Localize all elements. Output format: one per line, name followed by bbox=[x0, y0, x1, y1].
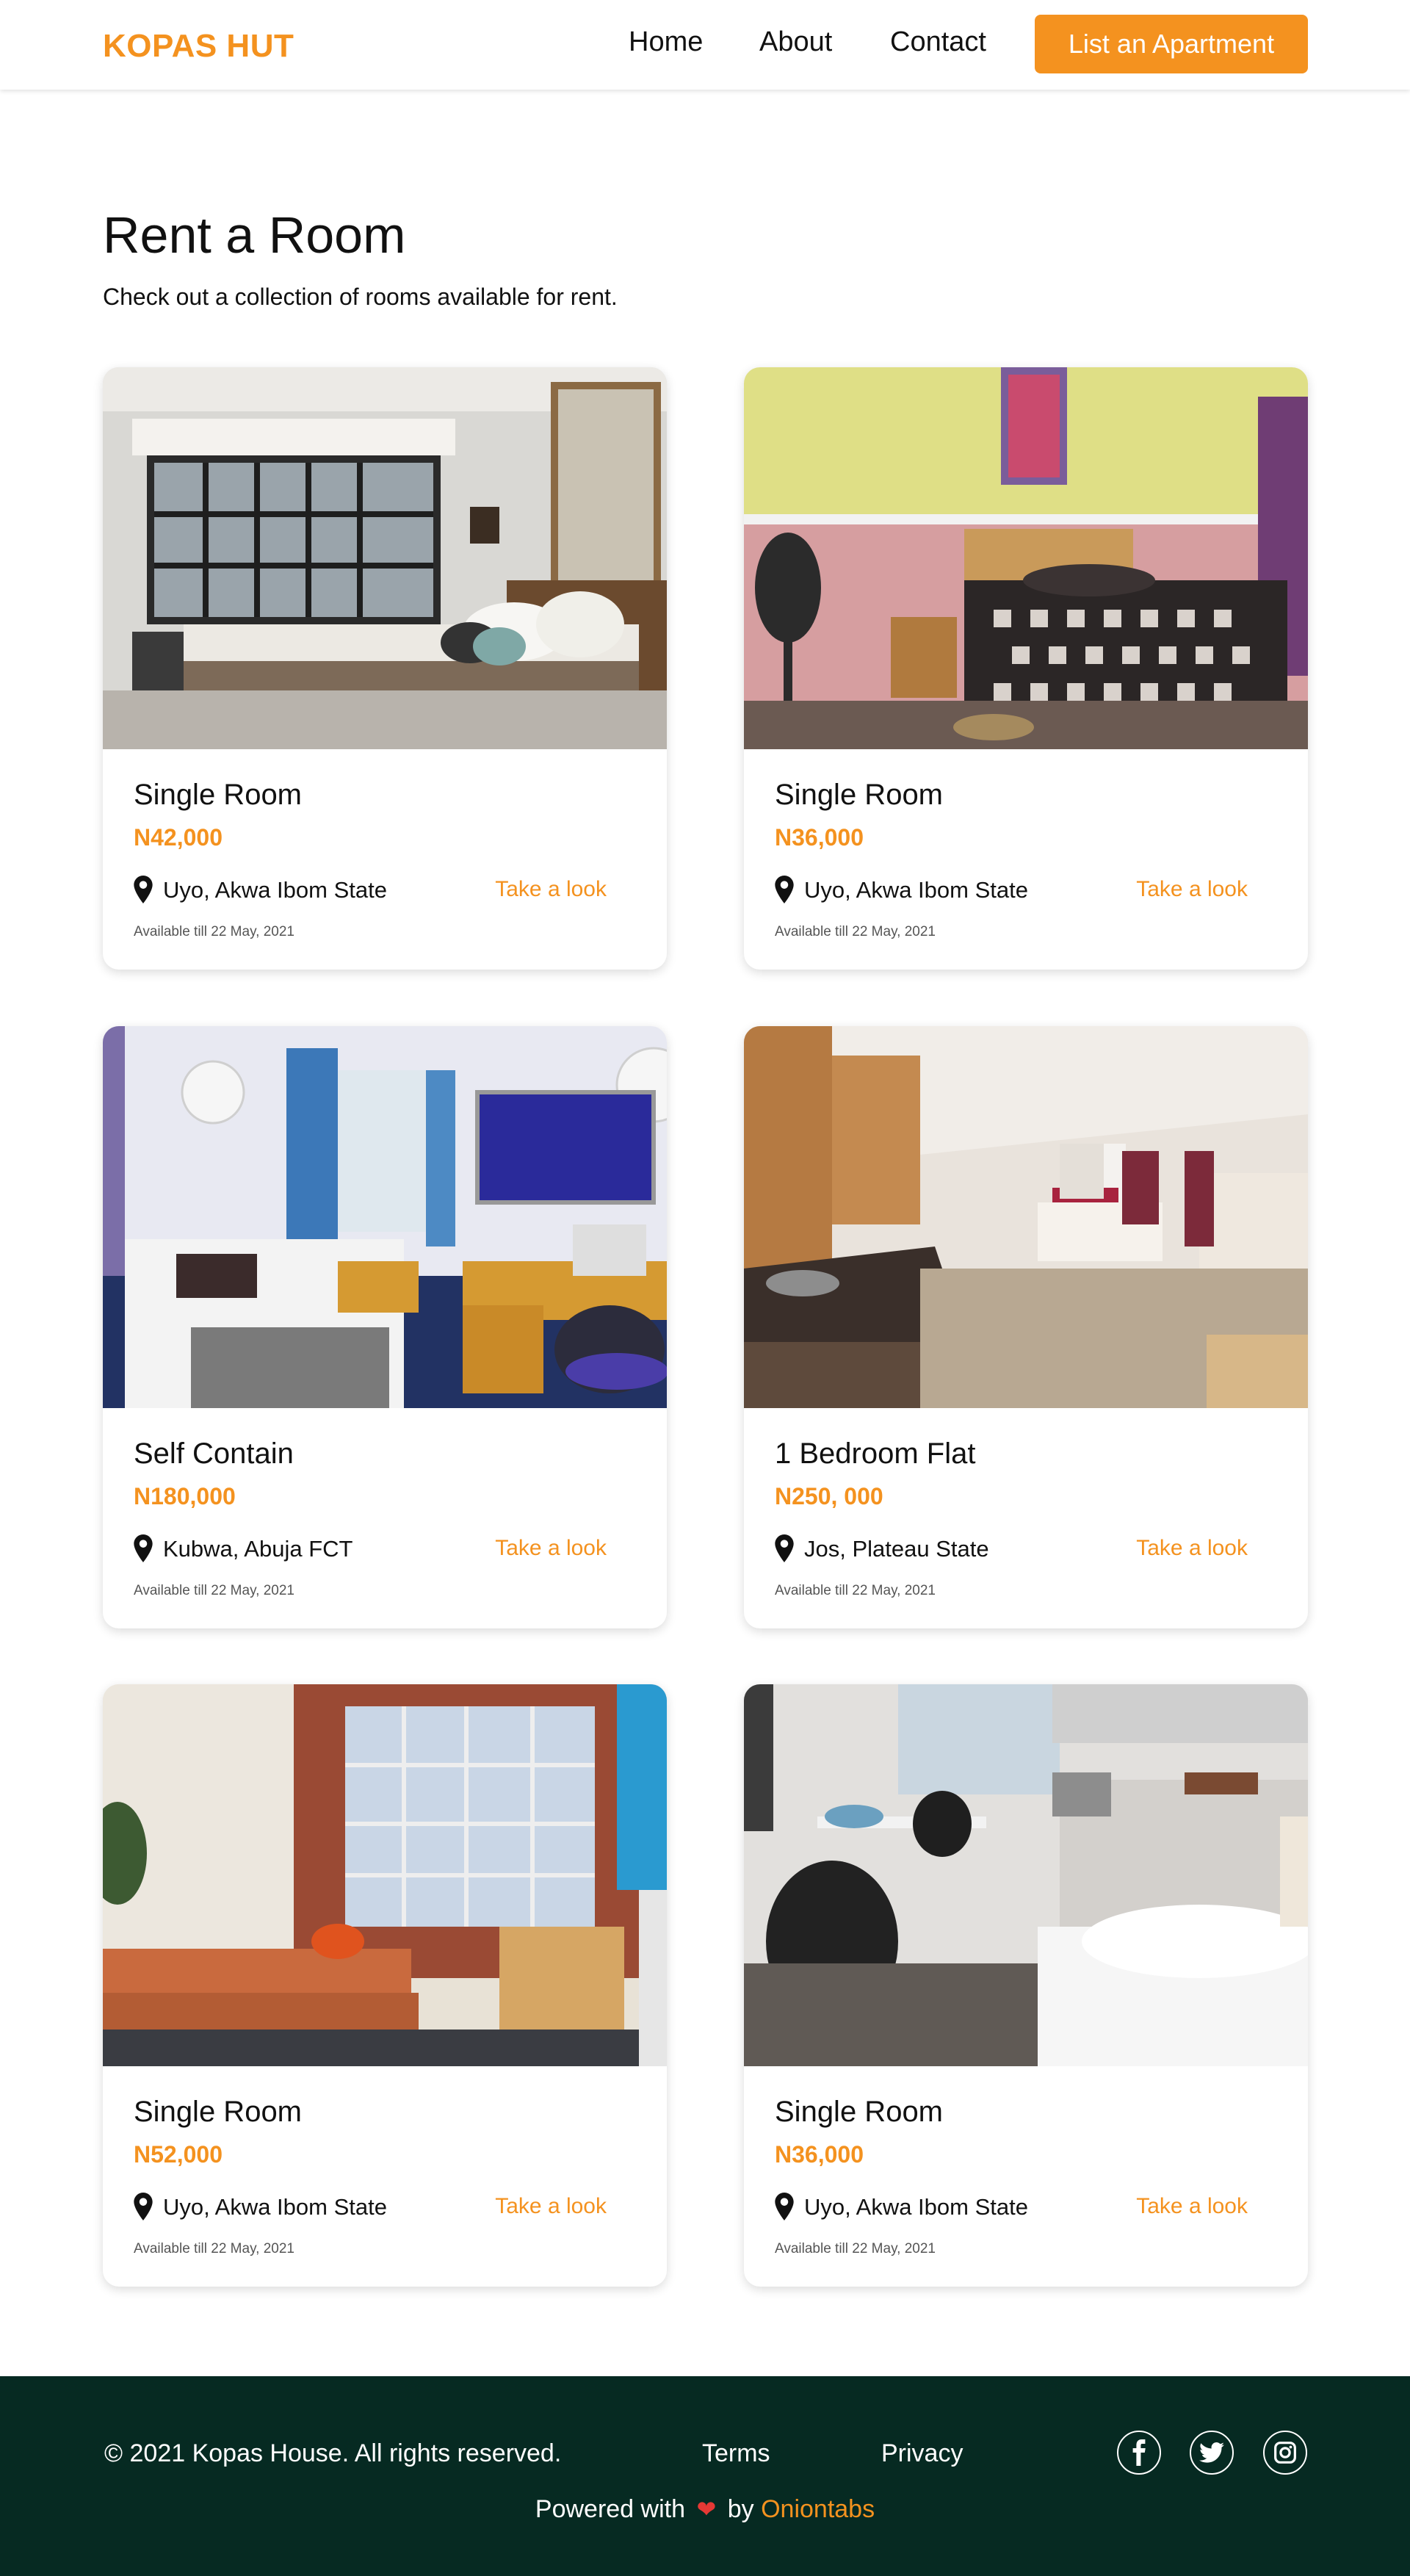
listing-location: Uyo, Akwa Ibom State bbox=[163, 2194, 387, 2220]
listing-location: Jos, Plateau State bbox=[804, 1536, 989, 1562]
nav-contact[interactable]: Contact bbox=[890, 26, 986, 58]
site-header: KOPAS HUT Home About Contact List an Apa… bbox=[0, 0, 1410, 90]
powered-prefix: Powered with bbox=[535, 2495, 685, 2523]
listing-price: N42,000 bbox=[134, 824, 223, 851]
location-pin-icon bbox=[134, 2193, 153, 2220]
powered-by-word: by bbox=[727, 2495, 754, 2523]
listing-title: Single Room bbox=[775, 779, 944, 811]
listing-price: N250, 000 bbox=[775, 1483, 883, 1509]
facebook-icon[interactable] bbox=[1117, 2431, 1161, 2475]
listing-availability: Available till 22 May, 2021 bbox=[775, 2241, 936, 2256]
listing-title: Single Room bbox=[775, 2096, 944, 2128]
bedroom-window-photo[interactable] bbox=[103, 367, 667, 749]
page-title: Rent a Room bbox=[103, 206, 406, 264]
brick-wall-room-photo[interactable] bbox=[103, 1684, 667, 2066]
page-subtitle: Check out a collection of rooms availabl… bbox=[103, 284, 618, 310]
oniontabs-link[interactable]: Oniontabs bbox=[761, 2495, 875, 2523]
listing-location: Uyo, Akwa Ibom State bbox=[163, 877, 387, 903]
powered-by-line: Powered with ❤ by Oniontabs bbox=[0, 2495, 1410, 2524]
listing-location: Uyo, Akwa Ibom State bbox=[804, 877, 1028, 903]
listing-location: Kubwa, Abuja FCT bbox=[163, 1536, 353, 1562]
listing-location: Uyo, Akwa Ibom State bbox=[804, 2194, 1028, 2220]
listing-title: Self Contain bbox=[134, 1437, 294, 1470]
listing-availability: Available till 22 May, 2021 bbox=[134, 1583, 294, 1598]
twitter-icon[interactable] bbox=[1190, 2431, 1234, 2475]
listing-card[interactable]: 1 Bedroom Flat N250, 000 Jos, Plateau St… bbox=[744, 1026, 1308, 1628]
listing-card[interactable]: Single Room N52,000 Uyo, Akwa Ibom State… bbox=[103, 1684, 667, 2287]
take-a-look-link[interactable]: Take a look bbox=[495, 877, 607, 902]
take-a-look-link[interactable]: Take a look bbox=[1136, 877, 1248, 902]
take-a-look-link[interactable]: Take a look bbox=[495, 2194, 607, 2219]
listing-card[interactable]: Self Contain N180,000 Kubwa, Abuja FCT T… bbox=[103, 1026, 667, 1628]
location-pin-icon bbox=[775, 2193, 794, 2220]
listing-availability: Available till 22 May, 2021 bbox=[134, 2241, 294, 2256]
listing-title: 1 Bedroom Flat bbox=[775, 1437, 976, 1470]
listing-price: N180,000 bbox=[134, 1483, 236, 1509]
location-pin-icon bbox=[134, 1534, 153, 1562]
listing-card[interactable]: Single Room N42,000 Uyo, Akwa Ibom State… bbox=[103, 367, 667, 970]
location-pin-icon bbox=[775, 1534, 794, 1562]
privacy-link[interactable]: Privacy bbox=[881, 2439, 963, 2468]
listing-price: N36,000 bbox=[775, 824, 864, 851]
terms-link[interactable]: Terms bbox=[702, 2439, 770, 2468]
take-a-look-link[interactable]: Take a look bbox=[1136, 1536, 1248, 1561]
listing-title: Single Room bbox=[134, 2096, 303, 2128]
studio-flat-photo[interactable] bbox=[744, 1026, 1308, 1408]
list-apartment-button[interactable]: List an Apartment bbox=[1035, 15, 1308, 73]
instagram-icon[interactable] bbox=[1263, 2431, 1307, 2475]
listing-availability: Available till 22 May, 2021 bbox=[775, 1583, 936, 1598]
nav-about[interactable]: About bbox=[759, 26, 832, 58]
listing-title: Single Room bbox=[134, 779, 303, 811]
modern-studio-photo[interactable] bbox=[744, 1684, 1308, 2066]
nav-home[interactable]: Home bbox=[629, 26, 703, 58]
student-room-photo[interactable] bbox=[103, 1026, 667, 1408]
take-a-look-link[interactable]: Take a look bbox=[495, 1536, 607, 1561]
listing-availability: Available till 22 May, 2021 bbox=[134, 924, 294, 939]
listing-availability: Available till 22 May, 2021 bbox=[775, 924, 936, 939]
listing-card[interactable]: Single Room N36,000 Uyo, Akwa Ibom State… bbox=[744, 1684, 1308, 2287]
location-pin-icon bbox=[775, 876, 794, 903]
location-pin-icon bbox=[134, 876, 153, 903]
take-a-look-link[interactable]: Take a look bbox=[1136, 2194, 1248, 2219]
heart-icon: ❤ bbox=[696, 2496, 717, 2522]
pink-bedroom-photo[interactable] bbox=[744, 367, 1308, 749]
listing-price: N52,000 bbox=[134, 2141, 223, 2168]
listing-price: N36,000 bbox=[775, 2141, 864, 2168]
site-logo[interactable]: KOPAS HUT bbox=[103, 28, 294, 65]
listing-card[interactable]: Single Room N36,000 Uyo, Akwa Ibom State… bbox=[744, 367, 1308, 970]
site-footer: © 2021 Kopas House. All rights reserved.… bbox=[0, 2376, 1410, 2576]
copyright-text: © 2021 Kopas House. All rights reserved. bbox=[104, 2439, 562, 2467]
